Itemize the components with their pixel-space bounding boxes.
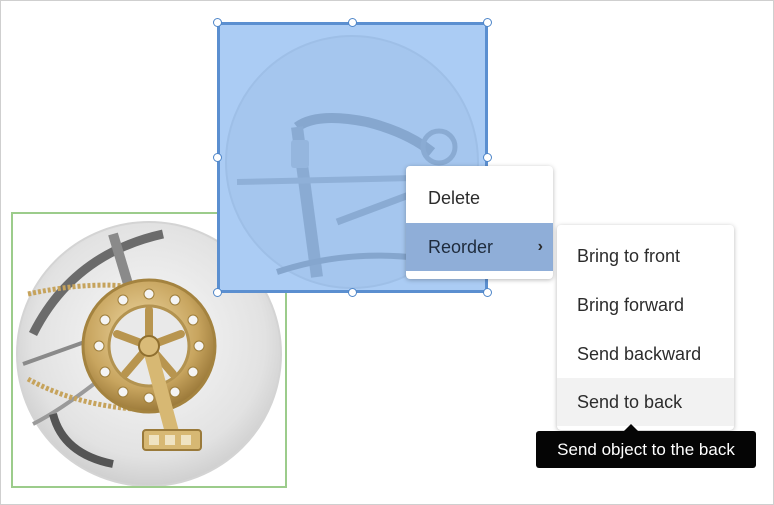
resize-handle-right[interactable] <box>483 153 492 162</box>
resize-handle-bottom-right[interactable] <box>483 288 492 297</box>
menu-item-reorder[interactable]: Reorder › <box>406 223 553 271</box>
submenu-item-bring-to-front[interactable]: Bring to front <box>557 232 734 280</box>
context-menu: Delete Reorder › <box>406 166 553 279</box>
resize-handle-bottom[interactable] <box>348 288 357 297</box>
submenu-item-send-backward[interactable]: Send backward <box>557 330 734 378</box>
submenu-item-label: Send backward <box>577 344 702 364</box>
submenu-item-bring-forward[interactable]: Bring forward <box>557 281 734 329</box>
menu-item-delete[interactable]: Delete <box>406 174 553 222</box>
menu-item-label: Delete <box>428 188 481 208</box>
submenu-item-label: Bring forward <box>577 295 685 315</box>
tooltip: Send object to the back <box>536 424 756 468</box>
submenu-item-label: Send to back <box>577 392 683 412</box>
resize-handle-left[interactable] <box>213 153 222 162</box>
resize-handle-bottom-left[interactable] <box>213 288 222 297</box>
reorder-submenu: Bring to front Bring forward Send backwa… <box>557 225 734 430</box>
submenu-item-send-to-back[interactable]: Send to back <box>557 378 734 426</box>
resize-handle-top-right[interactable] <box>483 18 492 27</box>
submenu-item-label: Bring to front <box>577 246 681 266</box>
menu-item-label: Reorder <box>428 237 494 257</box>
chevron-right-icon: › <box>537 238 543 255</box>
resize-handle-top[interactable] <box>348 18 357 27</box>
resize-handle-top-left[interactable] <box>213 18 222 27</box>
